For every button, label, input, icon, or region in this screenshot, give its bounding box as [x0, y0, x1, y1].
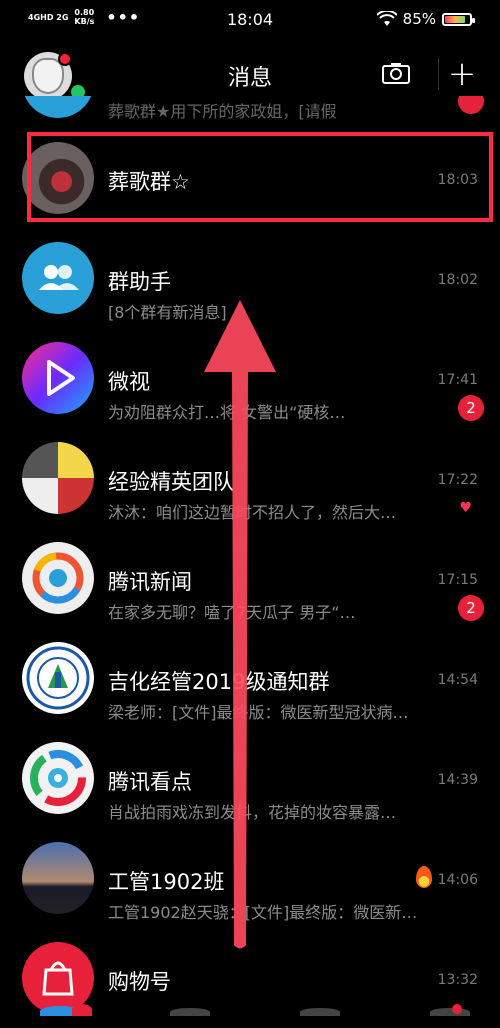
- chat-name: 购物号: [108, 970, 171, 994]
- avatar: [22, 742, 94, 814]
- chat-time: 14:54: [437, 672, 478, 688]
- partial-avatar: [22, 96, 94, 118]
- add-button[interactable]: +: [438, 57, 485, 91]
- chat-name: 腾讯看点: [108, 770, 192, 794]
- battery-percent: 85%: [402, 10, 436, 28]
- news-logo-icon: [32, 552, 84, 604]
- chat-message: 沐沐：咱们这边暂时不招人了，然后大…: [108, 503, 397, 522]
- camera-icon[interactable]: [382, 62, 410, 84]
- chat-time: 17:15: [437, 572, 478, 588]
- chat-name: 微视: [108, 370, 150, 394]
- avatar: [22, 842, 94, 914]
- chat-message: 梁老师：[文件]最终版：微医新型冠状病…: [108, 703, 409, 722]
- chat-time: 13:32: [437, 972, 478, 988]
- partial-list-item[interactable]: 葬歌群★用下所的家政姐，[请假: [0, 96, 500, 126]
- avatar: [22, 542, 94, 614]
- group-helper-icon: [39, 265, 79, 290]
- chat-name: 腾讯新闻: [108, 570, 192, 594]
- nav-badge: [452, 1004, 462, 1014]
- chat-time: 18:02: [437, 272, 478, 288]
- avatar: [22, 342, 94, 414]
- avatar: [22, 242, 94, 314]
- status-right: 85%: [376, 10, 475, 28]
- avatar: [22, 642, 94, 714]
- status-bar: 4GHD 2G 0.80 KB/s ••• 18:04 85%: [0, 0, 500, 38]
- nav-item-discover[interactable]: [300, 1008, 340, 1016]
- bottom-nav: [0, 1000, 500, 1016]
- partial-badge: [458, 96, 484, 114]
- nav-item-me[interactable]: [430, 1008, 470, 1016]
- chat-time: 14:06: [437, 872, 478, 888]
- eye-logo-icon: [30, 750, 86, 806]
- partial-message: 葬歌群★用下所的家政姐，[请假: [108, 102, 337, 121]
- school-emblem-icon: [26, 646, 90, 710]
- play-icon: [47, 360, 75, 396]
- arrow-up-icon: [204, 300, 276, 949]
- unread-badge: 2: [458, 395, 484, 421]
- chat-message: 肖战拍雨戏冻到发抖，花掉的妆容暴露…: [108, 803, 397, 822]
- heart-icon: ♥: [459, 500, 472, 516]
- chat-message: 工管1902赵天骁：[文件]最终版：微医新…: [108, 903, 418, 922]
- avatar: [22, 442, 94, 514]
- battery-icon: [442, 12, 475, 26]
- unread-badge: 2: [458, 595, 484, 621]
- chat-time: 17:22: [437, 472, 478, 488]
- chat-time: 17:41: [437, 372, 478, 388]
- fire-icon: [416, 866, 432, 888]
- chat-name: 群助手: [108, 270, 171, 294]
- highlight-box: [27, 132, 493, 222]
- chat-message: [8个群有新消息]: [108, 303, 227, 322]
- nav-badge: [72, 1004, 92, 1016]
- wifi-icon: [376, 11, 397, 26]
- page-title: 消息: [227, 66, 272, 91]
- chat-time: 14:39: [437, 772, 478, 788]
- nav-item-contacts[interactable]: [170, 1008, 210, 1016]
- chat-message: 为劝阻群众打…将 女警出“硬核…: [108, 403, 346, 422]
- chat-message: 在家多无聊？嗑了7天瓜子 男子“…: [108, 603, 356, 622]
